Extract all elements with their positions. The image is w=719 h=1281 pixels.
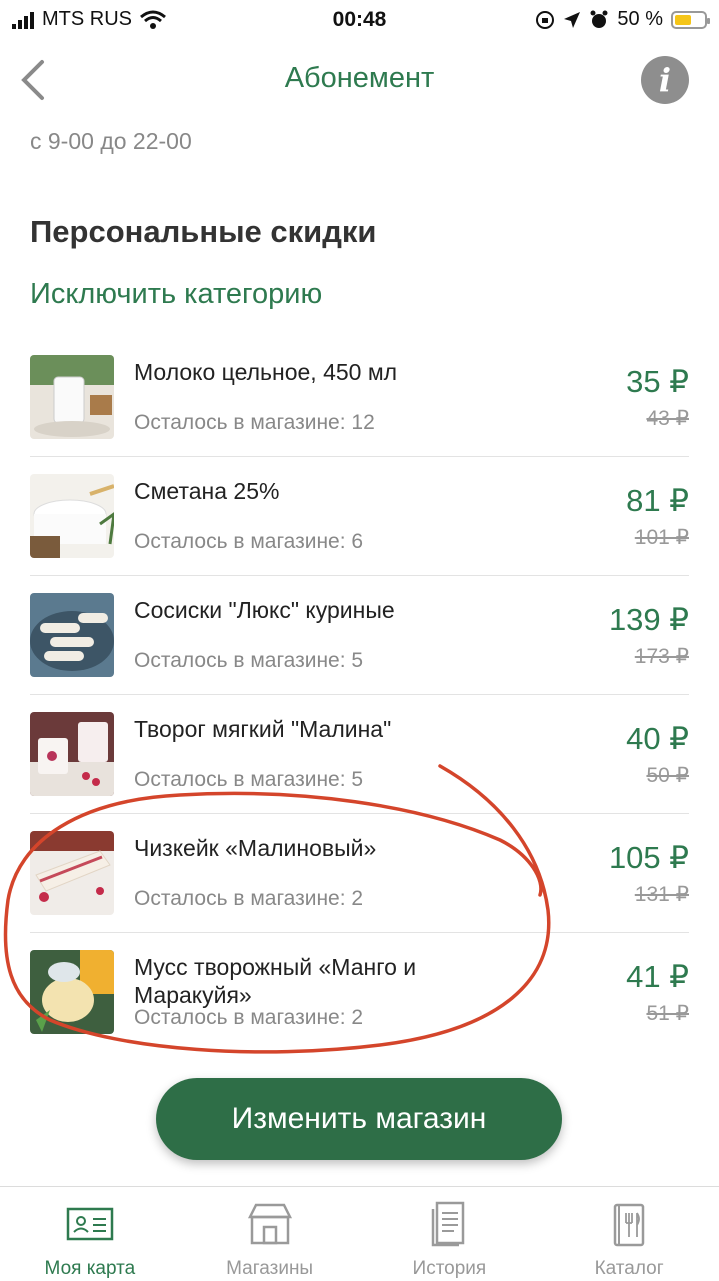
product-stock: Осталось в магазине: 12 [134,411,375,434]
product-price: 81 ₽ [626,483,689,518]
orientation-lock-icon [536,10,555,29]
product-row[interactable]: Сосиски "Люкс" куриные Осталось в магази… [30,576,689,695]
product-old-price: 131 ₽ [634,883,689,906]
tab-label: Магазины [226,1258,314,1279]
product-row[interactable]: Мусс творожный «Манго и Маракуйя» Остало… [30,933,689,1051]
sausages-image [30,593,114,677]
info-icon[interactable]: i [641,56,689,104]
tab-label: История [412,1258,487,1279]
product-price: 41 ₽ [626,959,689,994]
product-stock: Осталось в магазине: 2 [134,887,364,910]
store-icon [247,1203,292,1245]
milk-image [30,355,114,439]
product-name: Молоко цельное, 450 мл [134,359,398,385]
product-list: Молоко цельное, 450 мл Осталось в магази… [0,338,719,1051]
battery-percent: 50 % [617,8,663,30]
change-store-button[interactable]: Изменить магазин [156,1078,562,1160]
tab-stores[interactable]: Магазины [180,1187,360,1281]
receipt-icon [432,1201,465,1247]
product-row[interactable]: Молоко цельное, 450 мл Осталось в магази… [30,338,689,457]
exclude-category-link[interactable]: Исключить категорию [30,278,322,311]
product-old-price: 50 ₽ [646,764,689,787]
product-old-price: 43 ₽ [646,407,689,430]
battery-icon [671,10,710,29]
product-name: Творог мягкий "Малина" [134,716,392,742]
card-icon [66,1207,114,1241]
product-row[interactable]: Сметана 25% Осталось в магазине: 6 81 ₽ … [30,457,689,576]
catalog-icon [613,1203,645,1247]
product-row[interactable]: Чизкейк «Малиновый» Осталось в магазине:… [30,814,689,933]
section-title: Персональные скидки [30,214,377,249]
mousse-image [30,950,114,1034]
cheesecake-image [30,831,114,915]
status-bar: MTS RUS 00:48 50 % [0,0,719,40]
product-old-price: 101 ₽ [634,526,689,549]
product-name: Сметана 25% [134,478,280,504]
sour-cream-image [30,474,114,558]
page-title: Абонемент [284,62,435,94]
product-old-price: 51 ₽ [646,1002,689,1025]
nav-bar: Абонемент i [0,48,719,112]
product-old-price: 173 ₽ [634,645,689,668]
tab-catalog[interactable]: Каталог [539,1187,719,1281]
tab-history[interactable]: История [360,1187,540,1281]
store-hours: с 9-00 до 22-00 [30,128,192,154]
product-name: Мусс творожный «Манго и Маракуйя» [134,954,417,1008]
product-stock: Осталось в магазине: 6 [134,530,364,553]
product-price: 139 ₽ [608,602,689,637]
tab-label: Каталог [594,1258,664,1279]
location-icon [564,11,581,28]
product-stock: Осталось в магазине: 2 [134,1006,364,1029]
product-stock: Осталось в магазине: 5 [134,768,364,791]
alarm-icon [590,10,608,28]
product-price: 105 ₽ [608,840,689,875]
tab-my-card[interactable]: Моя карта [0,1187,180,1281]
status-right: 50 % [535,8,710,31]
product-stock: Осталось в магазине: 5 [134,649,364,672]
tab-bar: Моя карта Магазины История Каталог [0,1186,719,1281]
product-price: 35 ₽ [626,364,689,399]
product-name: Сосиски "Люкс" куриные [134,597,395,623]
product-name: Чизкейк «Малиновый» [134,835,377,861]
cottage-cheese-image [30,712,114,796]
tab-label: Моя карта [44,1258,136,1279]
product-price: 40 ₽ [626,721,689,756]
product-row[interactable]: Творог мягкий "Малина" Осталось в магази… [30,695,689,814]
